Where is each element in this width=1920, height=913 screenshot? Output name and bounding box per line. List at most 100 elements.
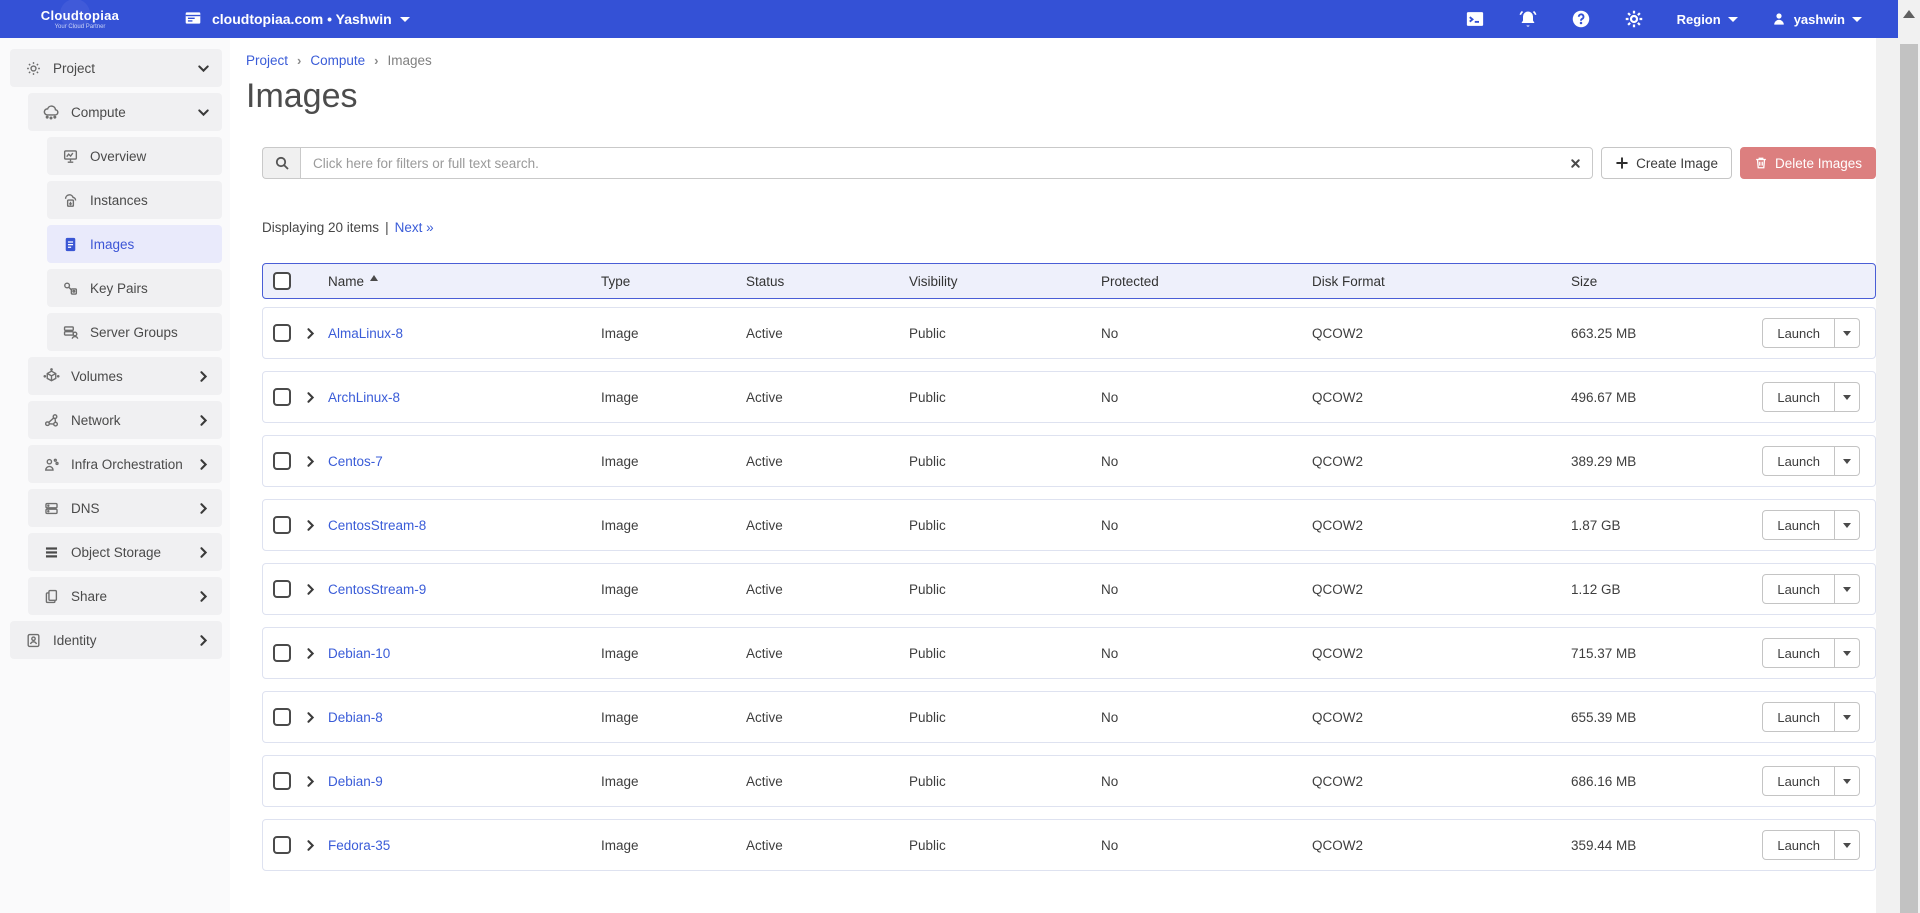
- launch-dropdown-button[interactable]: [1835, 510, 1860, 540]
- expand-row-icon[interactable]: [303, 774, 318, 789]
- row-checkbox[interactable]: [273, 324, 291, 342]
- sidebar-item-share[interactable]: Share: [28, 577, 222, 615]
- pagination: Displaying 20 items | Next »: [262, 220, 1876, 235]
- expand-row-icon[interactable]: [303, 582, 318, 597]
- expand-row-icon[interactable]: [303, 710, 318, 725]
- type-cell: Image: [601, 454, 746, 469]
- size-cell: 496.67 MB: [1571, 390, 1777, 405]
- sidebar-item-identity[interactable]: Identity: [10, 621, 222, 659]
- image-name-link[interactable]: CentosStream-9: [328, 582, 426, 597]
- image-name-link[interactable]: Debian-8: [328, 710, 383, 725]
- expand-row-icon[interactable]: [303, 518, 318, 533]
- launch-button[interactable]: Launch: [1762, 318, 1835, 348]
- domain-project-switcher[interactable]: cloudtopiaa.com • Yashwin: [184, 9, 410, 29]
- column-header-type[interactable]: Type: [601, 274, 746, 289]
- create-image-button[interactable]: Create Image: [1601, 147, 1732, 179]
- region-menu[interactable]: Region: [1677, 12, 1738, 27]
- sidebar-item-infra-orchestration[interactable]: Infra Orchestration: [28, 445, 222, 483]
- search-bar: [262, 147, 1593, 179]
- launch-button[interactable]: Launch: [1762, 382, 1835, 412]
- size-cell: 715.37 MB: [1571, 646, 1777, 661]
- launch-dropdown-button[interactable]: [1835, 766, 1860, 796]
- sidebar-item-project[interactable]: Project: [10, 49, 222, 87]
- launch-button[interactable]: Launch: [1762, 510, 1835, 540]
- chevron-down-icon: [196, 61, 211, 76]
- launch-button[interactable]: Launch: [1762, 702, 1835, 732]
- expand-row-icon[interactable]: [303, 838, 318, 853]
- image-name-link[interactable]: CentosStream-8: [328, 518, 426, 533]
- row-checkbox[interactable]: [273, 452, 291, 470]
- column-header-disk-format[interactable]: Disk Format: [1312, 274, 1571, 289]
- image-name-link[interactable]: Fedora-35: [328, 838, 390, 853]
- launch-button[interactable]: Launch: [1762, 638, 1835, 668]
- launch-dropdown-button[interactable]: [1835, 830, 1860, 860]
- scroll-up-arrow-icon[interactable]: [1903, 10, 1915, 18]
- brand-logo[interactable]: Cloudtopiaa Your Cloud Partner: [22, 8, 138, 30]
- scrollbar-thumb[interactable]: [1900, 44, 1918, 913]
- row-checkbox[interactable]: [273, 708, 291, 726]
- sidebar-item-instances[interactable]: Instances: [47, 181, 222, 219]
- sidebar-item-dns[interactable]: DNS: [28, 489, 222, 527]
- breadcrumb-project-link[interactable]: Project: [246, 53, 288, 68]
- column-header-status[interactable]: Status: [746, 274, 909, 289]
- sidebar-item-network[interactable]: Network: [28, 401, 222, 439]
- sidebar-item-label: Identity: [53, 633, 97, 648]
- launch-dropdown-button[interactable]: [1835, 702, 1860, 732]
- clear-search-button[interactable]: [1566, 154, 1584, 172]
- launch-button[interactable]: Launch: [1762, 830, 1835, 860]
- image-name-link[interactable]: Debian-10: [328, 646, 390, 661]
- launch-dropdown-button[interactable]: [1835, 638, 1860, 668]
- row-checkbox[interactable]: [273, 836, 291, 854]
- row-checkbox[interactable]: [273, 772, 291, 790]
- sidebar-item-images[interactable]: Images: [47, 225, 222, 263]
- page-scrollbar[interactable]: [1898, 0, 1920, 913]
- launch-button[interactable]: Launch: [1762, 446, 1835, 476]
- settings-gear-icon[interactable]: [1624, 9, 1644, 29]
- image-name-link[interactable]: AlmaLinux-8: [328, 326, 403, 341]
- next-page-link[interactable]: Next »: [395, 220, 434, 235]
- image-name-link[interactable]: Centos-7: [328, 454, 383, 469]
- sidebar-item-key-pairs[interactable]: Key Pairs: [47, 269, 222, 307]
- launch-button[interactable]: Launch: [1762, 574, 1835, 604]
- sidebar-item-object-storage[interactable]: Object Storage: [28, 533, 222, 571]
- column-header-name[interactable]: Name: [328, 274, 601, 289]
- sidebar-item-server-groups[interactable]: Server Groups: [47, 313, 222, 351]
- sidebar-item-volumes[interactable]: Volumes: [28, 357, 222, 395]
- chevron-down-icon: [1843, 459, 1851, 464]
- expand-row-icon[interactable]: [303, 390, 318, 405]
- share-copy-icon: [41, 588, 61, 605]
- sidebar-item-overview[interactable]: Overview: [47, 137, 222, 175]
- sidebar-item-compute[interactable]: Compute: [28, 93, 222, 131]
- content-scrollbar-track[interactable]: [1876, 38, 1898, 913]
- console-icon[interactable]: [1465, 9, 1485, 29]
- expand-row-icon[interactable]: [303, 646, 318, 661]
- expand-row-icon[interactable]: [303, 326, 318, 341]
- expand-row-icon[interactable]: [303, 454, 318, 469]
- launch-button[interactable]: Launch: [1762, 766, 1835, 796]
- select-all-checkbox[interactable]: [273, 272, 291, 290]
- image-name-link[interactable]: Debian-9: [328, 774, 383, 789]
- launch-dropdown-button[interactable]: [1835, 382, 1860, 412]
- column-header-protected[interactable]: Protected: [1101, 274, 1312, 289]
- launch-dropdown-button[interactable]: [1835, 574, 1860, 604]
- launch-dropdown-button[interactable]: [1835, 318, 1860, 348]
- breadcrumb-compute-link[interactable]: Compute: [310, 53, 365, 68]
- launch-dropdown-button[interactable]: [1835, 446, 1860, 476]
- items-count: Displaying 20 items: [262, 220, 379, 235]
- image-name-link[interactable]: ArchLinux-8: [328, 390, 400, 405]
- search-input[interactable]: [300, 147, 1593, 179]
- help-icon[interactable]: [1571, 9, 1591, 29]
- column-header-visibility[interactable]: Visibility: [909, 274, 1101, 289]
- row-checkbox[interactable]: [273, 388, 291, 406]
- notifications-bell-icon[interactable]: [1518, 9, 1538, 29]
- row-checkbox[interactable]: [273, 644, 291, 662]
- user-menu[interactable]: yashwin: [1771, 11, 1862, 27]
- column-header-size[interactable]: Size: [1571, 274, 1777, 289]
- delete-images-button[interactable]: Delete Images: [1740, 147, 1876, 179]
- row-checkbox[interactable]: [273, 580, 291, 598]
- status-cell: Active: [746, 838, 909, 853]
- sidebar-item-label: Instances: [90, 193, 148, 208]
- disk-format-cell: QCOW2: [1312, 326, 1571, 341]
- protected-cell: No: [1101, 582, 1312, 597]
- row-checkbox[interactable]: [273, 516, 291, 534]
